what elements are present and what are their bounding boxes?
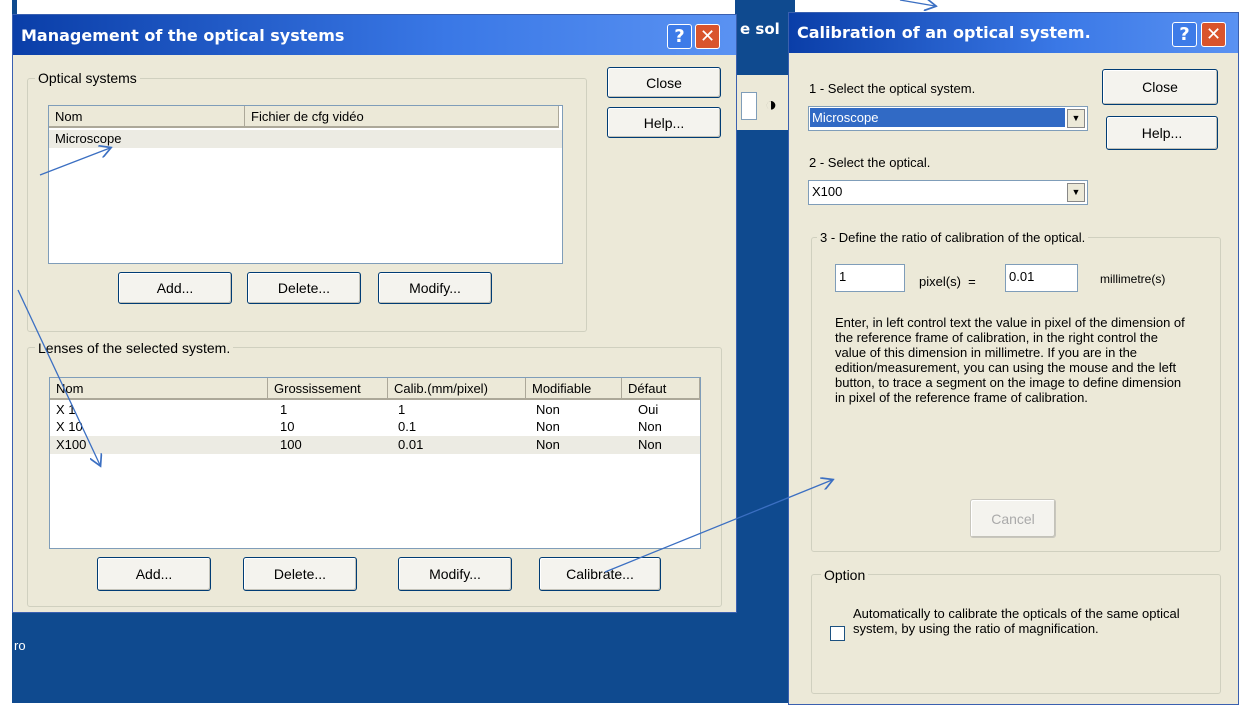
lenses-delete-button[interactable]: Delete... <box>243 557 357 591</box>
lens-magnification: 10 <box>280 419 295 434</box>
lens-name: X 10 <box>56 419 83 434</box>
optical-system-value: Microscope <box>810 108 1065 127</box>
pixel-unit-label: pixel(s) = <box>919 274 976 289</box>
column-header-grossissement[interactable]: Grossissement <box>268 378 388 400</box>
calibration-window: Calibration of an optical system. ? ✕ 1 … <box>788 12 1239 705</box>
system-name: Microscope <box>55 131 122 146</box>
arrow-to-calibration-title <box>899 0 935 6</box>
lens-name: X100 <box>56 437 87 452</box>
mm-unit-label: millimetre(s) <box>1100 272 1166 286</box>
calibration-title: Calibration of an optical system. <box>797 23 1091 42</box>
management-window: Management of the optical systems ? ✕ Cl… <box>12 14 737 613</box>
chevron-down-icon[interactable]: ▼ <box>1067 109 1085 128</box>
lens-default: Oui <box>638 402 659 417</box>
table-row[interactable]: X 1 1 1 Non Oui <box>50 402 700 419</box>
column-header-nom[interactable]: Nom <box>50 378 268 400</box>
calibration-close-button[interactable]: Close <box>1102 69 1218 105</box>
optical-systems-list[interactable]: Nom Fichier de cfg vidéo Microscope <box>48 105 563 264</box>
column-header-defaut[interactable]: Défaut <box>622 378 700 400</box>
instructions-text: Enter, in left control text the value in… <box>835 315 1185 405</box>
chevron-down-icon[interactable]: ▼ <box>1067 183 1085 202</box>
auto-calibrate-label: Automatically to calibrate the opticals … <box>853 606 1180 636</box>
lenses-list[interactable]: Nom Grossissement Calib.(mm/pixel) Modif… <box>49 377 701 549</box>
lenses-calibrate-button[interactable]: Calibrate... <box>539 557 661 591</box>
mm-value-input[interactable]: 0.01 <box>1005 264 1078 292</box>
systems-modify-button[interactable]: Modify... <box>378 272 492 304</box>
calibration-help-button[interactable]: Help... <box>1106 116 1218 150</box>
lens-magnification: 100 <box>280 437 302 452</box>
table-row[interactable]: X100 100 0.01 Non Non <box>50 436 700 454</box>
desktop-background <box>12 610 790 703</box>
optical-value: X100 <box>812 184 843 199</box>
lens-calibration: 0.1 <box>398 419 417 434</box>
optical-select[interactable]: X100 ▼ <box>808 180 1088 205</box>
lens-calibration: 1 <box>398 402 406 417</box>
management-help-button[interactable]: Help... <box>607 107 721 138</box>
calibration-titlebar[interactable]: Calibration of an optical system. ? ✕ <box>789 13 1238 53</box>
step2-label: 2 - Select the optical. <box>809 155 931 170</box>
systems-delete-button[interactable]: Delete... <box>247 272 361 304</box>
lens-default: Non <box>638 437 662 452</box>
pixel-value-input[interactable]: 1 <box>835 264 905 292</box>
background-text: ro <box>14 638 26 653</box>
lenses-label: Lenses of the selected system. <box>35 340 234 356</box>
auto-calibrate-checkbox[interactable] <box>830 626 845 641</box>
lenses-add-button[interactable]: Add... <box>97 557 211 591</box>
background-field <box>741 92 757 120</box>
step3-label: 3 - Define the ratio of calibration of t… <box>817 230 1089 245</box>
lens-modifiable: Non <box>536 419 560 434</box>
management-title: Management of the optical systems <box>21 26 345 45</box>
lens-name: X 1 <box>56 402 76 417</box>
column-header-calib[interactable]: Calib.(mm/pixel) <box>388 378 526 400</box>
background-window-title: e sol <box>740 20 780 38</box>
optical-system-select[interactable]: Microscope ▼ <box>808 106 1088 131</box>
cancel-button[interactable]: Cancel <box>970 499 1056 538</box>
column-header-nom[interactable]: Nom <box>49 106 245 128</box>
management-close-icon[interactable]: ✕ <box>695 24 720 49</box>
lenses-modify-button[interactable]: Modify... <box>398 557 512 591</box>
lens-magnification: 1 <box>280 402 288 417</box>
list-item[interactable]: Microscope <box>49 130 562 148</box>
calibration-help-icon[interactable]: ? <box>1172 22 1197 47</box>
systems-add-button[interactable]: Add... <box>118 272 232 304</box>
lens-calibration: 0.01 <box>398 437 424 452</box>
management-titlebar[interactable]: Management of the optical systems ? ✕ <box>13 15 736 55</box>
step1-label: 1 - Select the optical system. <box>809 81 976 96</box>
lens-default: Non <box>638 419 662 434</box>
lens-modifiable: Non <box>536 402 560 417</box>
column-header-modifiable[interactable]: Modifiable <box>526 378 622 400</box>
contrast-icon[interactable]: ◑ <box>760 92 782 118</box>
optical-systems-label: Optical systems <box>35 70 140 86</box>
management-help-icon[interactable]: ? <box>667 24 692 49</box>
lens-modifiable: Non <box>536 437 560 452</box>
management-close-button[interactable]: Close <box>607 67 721 98</box>
column-header-fichier[interactable]: Fichier de cfg vidéo <box>245 106 559 128</box>
table-row[interactable]: X 10 10 0.1 Non Non <box>50 419 700 436</box>
option-label: Option <box>821 567 869 583</box>
calibration-close-icon[interactable]: ✕ <box>1201 22 1226 47</box>
